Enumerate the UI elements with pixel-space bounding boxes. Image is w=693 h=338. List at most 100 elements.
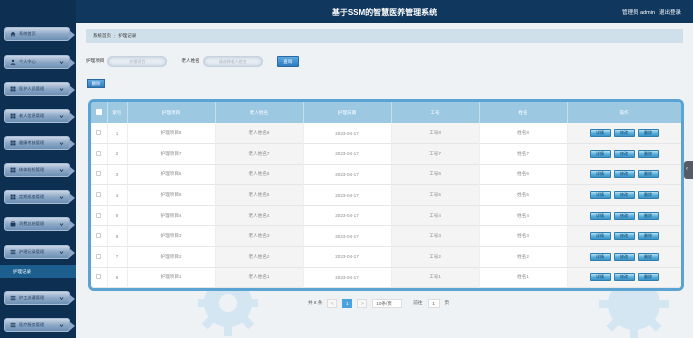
sidebar-item-label: 护理记录管理 — [19, 249, 45, 254]
row-checkbox[interactable] — [91, 143, 108, 165]
chevron-down-icon — [59, 195, 64, 200]
cell-project: 护理项目8 — [127, 123, 216, 144]
cell-work-id: 工号3 — [391, 225, 480, 247]
column-header[interactable]: 老人姓名 — [215, 102, 304, 123]
sidebar-item-9[interactable]: 护理记录管理 — [4, 245, 75, 259]
sidebar-item-4[interactable]: 老人信息管理 — [4, 109, 75, 123]
column-header[interactable]: 护理日期 — [303, 102, 392, 123]
detail-button[interactable]: 详情 — [589, 191, 611, 200]
edit-button[interactable]: 修改 — [613, 170, 635, 179]
row-checkbox[interactable] — [91, 267, 108, 288]
column-header: 索引 — [107, 102, 128, 123]
edit-button[interactable]: 修改 — [613, 232, 635, 241]
sidebar-item-8[interactable]: 消费总结管理 — [4, 217, 75, 231]
row-checkbox[interactable] — [91, 246, 108, 268]
goto-page-input[interactable]: 1 — [427, 298, 440, 308]
column-header[interactable]: 姓名 — [479, 102, 568, 123]
delete-button[interactable]: 删除 — [637, 211, 659, 220]
logout-link[interactable]: 退出登录 — [659, 8, 681, 16]
delete-button[interactable]: 删除 — [637, 149, 659, 158]
cell-name: 姓名8 — [479, 123, 568, 144]
search-project-input[interactable]: 护理项目 — [107, 55, 168, 67]
cell-index: 3 — [107, 164, 128, 185]
select-all-checkbox[interactable] — [91, 102, 108, 123]
sidebar-item-label: 定期巡查管理 — [19, 194, 45, 199]
detail-button[interactable]: 详情 — [589, 273, 611, 282]
edit-button[interactable]: 修改 — [613, 149, 635, 158]
list-icon — [10, 295, 16, 301]
search-elder-input[interactable]: 请选择老人姓名 — [202, 55, 263, 67]
detail-button[interactable]: 详情 — [589, 211, 611, 220]
cell-actions: 详情 修改 删除 — [567, 246, 681, 268]
row-checkbox[interactable] — [91, 184, 108, 206]
edit-button[interactable]: 修改 — [613, 252, 635, 261]
cell-project: 护理项目6 — [127, 164, 216, 185]
side-panel-toggle[interactable]: ‹ — [684, 161, 693, 179]
sidebar-item-1[interactable]: 系统首页 — [4, 27, 75, 41]
delete-button[interactable]: 删除 — [637, 252, 659, 261]
cell-elder: 老人姓名5 — [215, 184, 304, 206]
delete-button[interactable]: 删除 — [637, 129, 659, 138]
pagination-page-button[interactable]: 1 — [342, 298, 353, 308]
cell-actions: 详情 修改 删除 — [567, 184, 681, 206]
row-checkbox[interactable] — [91, 205, 108, 226]
search-button[interactable]: 查询 — [276, 55, 299, 67]
sidebar-item-10[interactable]: 护工派遣管理 — [4, 291, 75, 305]
page-size-select[interactable]: 10条/页 — [372, 298, 403, 308]
sidebar-item-2[interactable]: 个人中心 — [4, 55, 75, 69]
column-header[interactable]: 工号 — [391, 102, 480, 123]
sidebar-item-7[interactable]: 定期巡查管理 — [4, 190, 75, 204]
pagination-prev-button[interactable]: < — [327, 298, 338, 308]
row-checkbox[interactable] — [91, 164, 108, 185]
cell-elder: 老人姓名6 — [215, 164, 304, 185]
table-row: 4 护理项目5 老人姓名5 2023-04-17 工号5 姓名5 详情 修改 删除 — [91, 184, 681, 206]
sidebar: 系统首页个人中心医护人员管理 老人信息管理 健康考核管理 体体检检管理定期巡查管理消费… — [0, 0, 76, 338]
edit-button[interactable]: 修改 — [613, 191, 635, 200]
breadcrumb: 系统首页 : 护理记录 — [86, 29, 683, 43]
column-header[interactable]: 护理项目 — [127, 102, 216, 123]
sidebar-item-5[interactable]: 健康考核管理 — [4, 136, 75, 150]
row-checkbox[interactable] — [91, 225, 108, 247]
batch-delete-button[interactable]: 删除 — [87, 79, 105, 88]
delete-button[interactable]: 删除 — [637, 232, 659, 241]
goto-label: 前往 — [413, 300, 423, 305]
cell-actions: 详情 修改 删除 — [567, 225, 681, 247]
delete-button[interactable]: 删除 — [637, 191, 659, 200]
cell-name: 姓名3 — [479, 225, 568, 247]
cell-work-id: 工号8 — [391, 123, 480, 144]
grid-icon — [10, 167, 16, 173]
pagination-total: 共 8 条 — [308, 300, 323, 305]
table-row: 5 护理项目4 老人姓名4 2023-04-17 工号4 姓名4 详情 修改 删除 — [91, 205, 681, 226]
list-icon — [10, 322, 16, 328]
chevron-down-icon — [59, 60, 64, 65]
chevron-down-icon — [59, 87, 64, 92]
edit-button[interactable]: 修改 — [613, 129, 635, 138]
detail-button[interactable]: 详情 — [589, 129, 611, 138]
grid-icon — [10, 140, 16, 146]
cell-elder: 老人姓名3 — [215, 225, 304, 247]
detail-button[interactable]: 详情 — [589, 232, 611, 241]
edit-button[interactable]: 修改 — [613, 273, 635, 282]
detail-button[interactable]: 详情 — [589, 252, 611, 261]
sidebar-item-6[interactable]: 体体检检管理 — [4, 163, 75, 177]
detail-button[interactable]: 详情 — [589, 170, 611, 179]
row-checkbox[interactable] — [91, 123, 108, 144]
list-icon — [10, 249, 16, 255]
sidebar-item-11[interactable]: 医疗服务管理 — [4, 318, 75, 332]
detail-button[interactable]: 详情 — [589, 149, 611, 158]
sidebar-subitem-nursing-record[interactable]: 护理记录 — [0, 265, 76, 278]
pagination-next-button[interactable]: > — [357, 298, 368, 308]
sidebar-item-3[interactable]: 医护人员管理 — [4, 82, 75, 96]
delete-button[interactable]: 删除 — [637, 170, 659, 179]
cell-index: 5 — [107, 205, 128, 226]
chevron-down-icon — [59, 222, 64, 227]
cell-name: 姓名4 — [479, 205, 568, 226]
edit-button[interactable]: 修改 — [613, 211, 635, 220]
breadcrumb-home[interactable]: 系统首页 — [93, 33, 111, 39]
cell-index: 1 — [107, 123, 128, 144]
sidebar-item-label: 系统首页 — [19, 31, 36, 36]
chevron-left-icon: ‹ — [686, 166, 688, 172]
delete-button[interactable]: 删除 — [637, 273, 659, 282]
cell-elder: 老人姓名4 — [215, 205, 304, 226]
cell-name: 姓名6 — [479, 164, 568, 185]
